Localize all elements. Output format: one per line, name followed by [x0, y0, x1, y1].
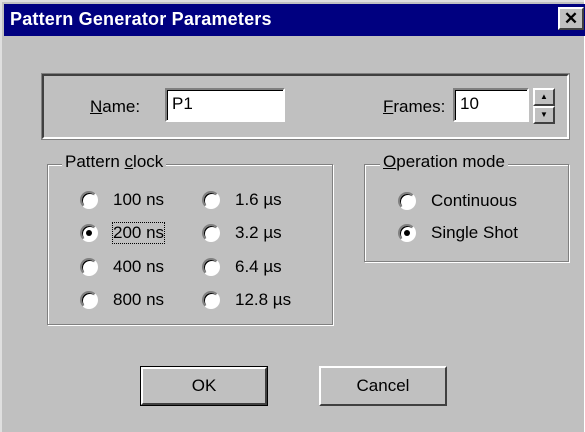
frames-spin-up-button[interactable]: ▲	[533, 88, 555, 106]
radio-label-1-6us: 1.6 µs	[235, 190, 282, 209]
radio-label-6-4us: 6.4 µs	[235, 257, 282, 276]
spin-up-icon: ▲	[540, 92, 548, 101]
radio-label-3-2us: 3.2 µs	[235, 223, 282, 242]
cancel-button[interactable]: Cancel	[319, 366, 447, 406]
radio-200ns[interactable]	[80, 224, 98, 242]
operation-mode-label: Operation mode	[380, 152, 508, 172]
radio-100ns[interactable]	[80, 191, 98, 209]
spin-down-icon: ▼	[540, 110, 548, 119]
radio-label-400ns: 400 ns	[113, 257, 165, 276]
name-label: Name:	[90, 97, 141, 116]
radio-label-200ns: 200 ns	[111, 222, 166, 244]
radio-12-8us[interactable]	[202, 291, 220, 309]
radio-6-4us[interactable]	[202, 258, 220, 276]
name-input[interactable]: P1	[165, 88, 285, 122]
radio-label-12-8us: 12.8 µs	[235, 290, 292, 309]
ok-button-label: OK	[191, 376, 217, 395]
radio-400ns[interactable]	[80, 258, 98, 276]
name-input-value: P1	[172, 94, 193, 113]
radio-3-2us[interactable]	[202, 224, 220, 242]
cancel-button-label: Cancel	[356, 376, 410, 395]
radio-1-6us[interactable]	[202, 191, 220, 209]
radio-label-800ns: 800 ns	[113, 290, 165, 309]
title-bar: Pattern Generator Parameters	[4, 4, 585, 36]
radio-single-shot[interactable]	[398, 224, 416, 242]
pattern-generator-dialog: Pattern Generator Parameters ✕ Name: P1 …	[0, 0, 585, 432]
frames-label: Frames:	[383, 97, 446, 116]
close-button[interactable]: ✕	[558, 7, 584, 30]
radio-label-single-shot: Single Shot	[431, 223, 518, 242]
frames-input-value: 10	[460, 94, 479, 113]
pattern-clock-label: Pattern clock	[62, 152, 167, 172]
frames-input[interactable]: 10	[453, 88, 529, 122]
frames-spin-down-button[interactable]: ▼	[533, 106, 555, 124]
ok-button[interactable]: OK	[140, 366, 268, 406]
radio-label-100ns: 100 ns	[113, 190, 165, 209]
radio-label-continuous: Continuous	[431, 191, 518, 210]
close-icon: ✕	[563, 9, 579, 28]
operation-mode-group	[364, 164, 569, 262]
window-title: Pattern Generator Parameters	[10, 9, 272, 29]
radio-continuous[interactable]	[398, 192, 416, 210]
radio-800ns[interactable]	[80, 291, 98, 309]
